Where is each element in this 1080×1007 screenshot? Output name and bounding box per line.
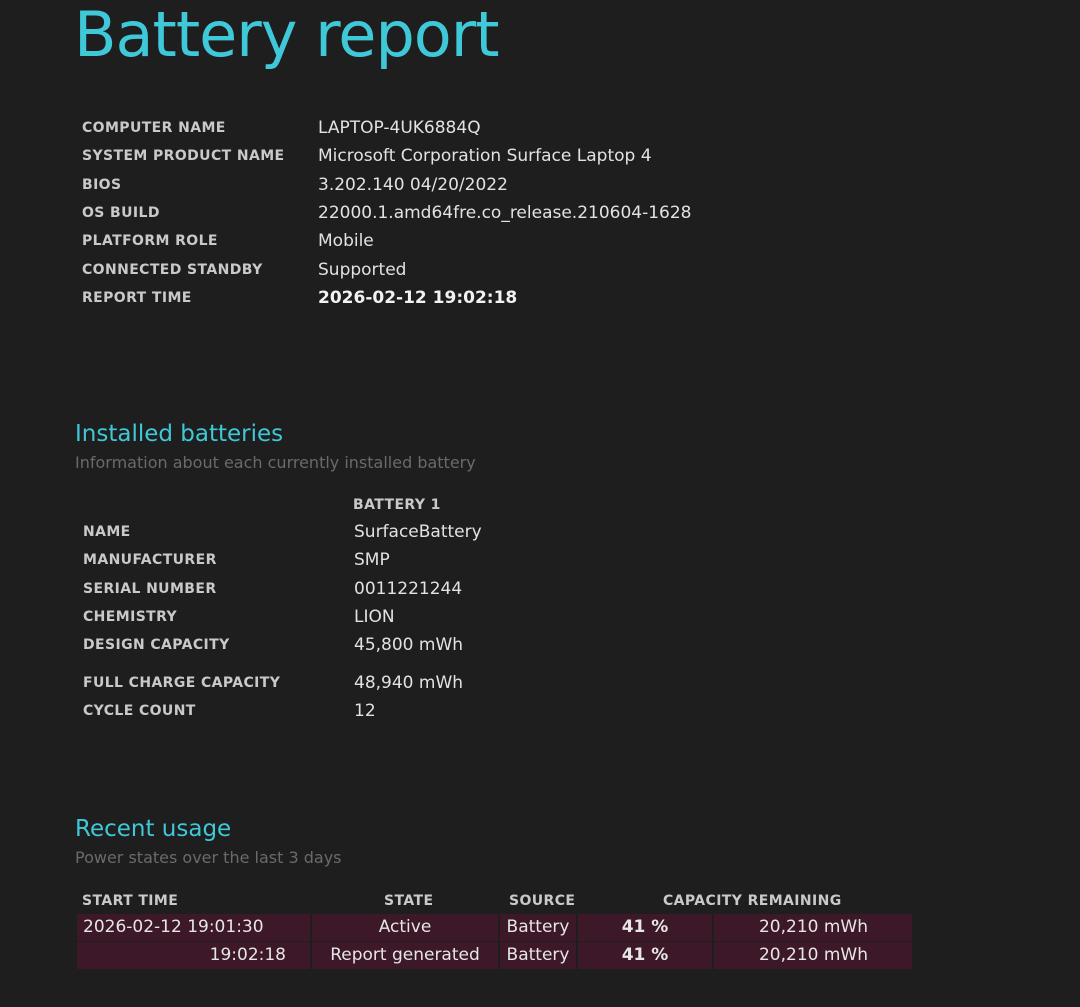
usage-table-row: 2026-02-12 19:01:30 Active Battery 41 % … — [77, 914, 912, 941]
system-info-row: REPORT TIME 2026-02-12 19:02:18 — [82, 284, 692, 312]
serial-number-value: 0011221244 — [354, 578, 463, 599]
battery-info-row: DESIGN CAPACITY 45,800 mWh — [83, 631, 482, 659]
os-build-value: 22000.1.amd64fre.co_release.210604-1628 — [318, 203, 692, 224]
manufacturer-value: SMP — [354, 550, 390, 571]
battery-info-row: CHEMISTRY LION — [83, 603, 482, 631]
design-capacity-value: 45,800 mWh — [354, 635, 464, 656]
cycle-count-value: 12 — [354, 700, 376, 721]
platform-role-value: Mobile — [318, 231, 374, 252]
full-charge-capacity-value: 48,940 mWh — [354, 672, 464, 693]
capacity-remaining-header: CAPACITY REMAINING — [663, 893, 842, 909]
source-header: SOURCE — [509, 893, 576, 909]
installed-batteries-title: Installed batteries — [75, 421, 284, 447]
report-time-value: 2026-02-12 19:02:18 — [318, 287, 518, 308]
connected-standby-value: Supported — [318, 259, 407, 280]
system-product-name-label: SYSTEM PRODUCT NAME — [82, 148, 285, 165]
manufacturer-label: MANUFACTURER — [83, 552, 217, 569]
bios-label: BIOS — [82, 176, 122, 193]
connected-standby-label: CONNECTED STANDBY — [82, 261, 263, 278]
usage-source: Battery — [500, 942, 576, 969]
platform-role-label: PLATFORM ROLE — [82, 233, 218, 250]
usage-capacity-mwh: 20,210 mWh — [714, 942, 912, 969]
usage-state: Active — [312, 914, 498, 941]
full-charge-capacity-label: FULL CHARGE CAPACITY — [83, 674, 281, 691]
battery-info-row: FULL CHARGE CAPACITY 48,940 mWh — [83, 659, 482, 696]
system-product-name-value: Microsoft Corporation Surface Laptop 4 — [318, 146, 652, 167]
installed-batteries-subtitle: Information about each currently install… — [75, 453, 476, 472]
report-title: Battery report — [74, 0, 500, 71]
usage-start-time: 2026-02-12 19:01:30 — [77, 914, 310, 941]
usage-capacity-mwh: 20,210 mWh — [714, 914, 912, 941]
system-info-row: PLATFORM ROLE Mobile — [82, 227, 692, 255]
state-header: STATE — [384, 893, 434, 909]
system-info-row: COMPUTER NAME LAPTOP-4UK6884Q — [82, 114, 692, 142]
battery-name-value: SurfaceBattery — [354, 522, 482, 543]
chemistry-label: CHEMISTRY — [83, 609, 178, 626]
usage-table-row: 19:02:18 Report generated Battery 41 % 2… — [77, 942, 912, 969]
battery-name-label: NAME — [83, 524, 131, 541]
computer-name-value: LAPTOP-4UK6884Q — [318, 118, 481, 139]
bios-value: 3.202.140 04/20/2022 — [318, 174, 508, 195]
usage-capacity-percent: 41 % — [578, 942, 712, 969]
serial-number-label: SERIAL NUMBER — [83, 580, 217, 597]
battery-info-row: CYCLE COUNT 12 — [83, 697, 482, 725]
battery-info-row: NAME SurfaceBattery — [83, 518, 482, 546]
design-capacity-label: DESIGN CAPACITY — [83, 637, 230, 654]
recent-usage-subtitle: Power states over the last 3 days — [75, 848, 342, 867]
report-time-label: REPORT TIME — [82, 289, 192, 306]
battery-info-table: NAME SurfaceBattery MANUFACTURER SMP SER… — [83, 518, 482, 725]
usage-state: Report generated — [312, 942, 498, 969]
battery-column-header: BATTERY 1 — [353, 497, 441, 513]
usage-source: Battery — [500, 914, 576, 941]
system-info-row: SYSTEM PRODUCT NAME Microsoft Corporatio… — [82, 142, 692, 170]
usage-start-time: 19:02:18 — [77, 942, 310, 969]
recent-usage-title: Recent usage — [75, 816, 232, 842]
system-info-table: COMPUTER NAME LAPTOP-4UK6884Q SYSTEM PRO… — [82, 114, 692, 312]
usage-capacity-percent: 41 % — [578, 914, 712, 941]
chemistry-value: LION — [354, 607, 395, 628]
cycle-count-label: CYCLE COUNT — [83, 702, 196, 719]
os-build-label: OS BUILD — [82, 205, 160, 222]
battery-info-row: MANUFACTURER SMP — [83, 546, 482, 574]
system-info-row: BIOS 3.202.140 04/20/2022 — [82, 171, 692, 199]
computer-name-label: COMPUTER NAME — [82, 120, 226, 137]
system-info-row: CONNECTED STANDBY Supported — [82, 255, 692, 283]
start-time-header: START TIME — [82, 893, 179, 909]
battery-info-row: SERIAL NUMBER 0011221244 — [83, 575, 482, 603]
system-info-row: OS BUILD 22000.1.amd64fre.co_release.210… — [82, 199, 692, 227]
